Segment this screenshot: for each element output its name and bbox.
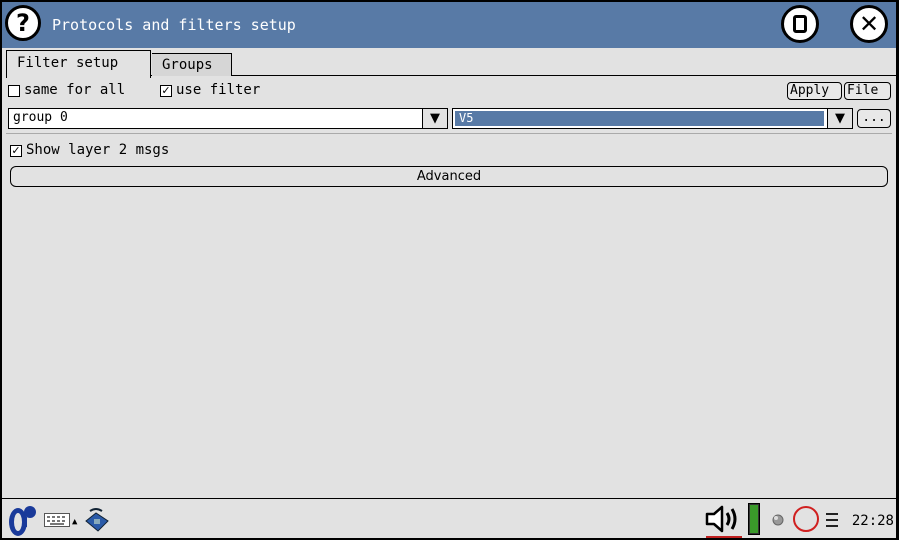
- start-menu-icon[interactable]: [5, 503, 39, 538]
- group-select[interactable]: group 0 ▼: [8, 108, 448, 129]
- protocol-select[interactable]: V5 ▼: [452, 108, 853, 129]
- tab-groups[interactable]: Groups: [152, 53, 232, 76]
- help-icon[interactable]: ?: [5, 5, 41, 41]
- phone-icon[interactable]: [82, 507, 112, 537]
- browse-button[interactable]: ...: [857, 109, 891, 128]
- taskbar: ▲ 22:28: [2, 498, 896, 538]
- divider: [6, 133, 892, 134]
- title-bar: ? Protocols and filters setup ✕: [2, 2, 896, 48]
- show-layer2-label: Show layer 2 msgs: [26, 142, 170, 158]
- maximize-button[interactable]: [781, 5, 819, 43]
- protocol-select-value: V5: [459, 111, 474, 125]
- app-window: ? Protocols and filters setup ✕ Filter s…: [2, 2, 896, 538]
- use-filter-checkbox[interactable]: ✓: [160, 85, 172, 97]
- menu-icon[interactable]: [825, 511, 839, 533]
- close-button[interactable]: ✕: [850, 5, 888, 43]
- tab-filter-setup[interactable]: Filter setup: [6, 50, 151, 78]
- keyboard-icon[interactable]: [44, 513, 70, 531]
- apply-button[interactable]: Apply: [787, 82, 842, 100]
- use-filter-label: use filter: [176, 82, 261, 98]
- keyboard-menu-arrow[interactable]: ▲: [72, 517, 77, 527]
- record-icon[interactable]: [791, 504, 821, 538]
- same-for-all-checkbox[interactable]: [8, 85, 20, 97]
- battery-icon: [748, 503, 760, 538]
- tab-divider: [151, 75, 896, 76]
- chevron-down-icon[interactable]: ▼: [422, 109, 447, 128]
- group-select-value: group 0: [13, 110, 68, 125]
- advanced-button[interactable]: Advanced: [10, 166, 888, 187]
- clock: 22:28: [851, 513, 894, 529]
- volume-level-indicator: [706, 536, 742, 538]
- chevron-down-icon[interactable]: ▼: [827, 109, 852, 128]
- close-icon: ✕: [858, 9, 880, 38]
- protocol-select-highlight: [455, 111, 824, 126]
- window-title: Protocols and filters setup: [52, 16, 296, 34]
- led-icon: [772, 514, 784, 530]
- show-layer2-checkbox[interactable]: ✓: [10, 145, 22, 157]
- speaker-icon[interactable]: [705, 505, 739, 537]
- tab-bar: Filter setup Groups: [2, 48, 896, 78]
- same-for-all-label: same for all: [24, 82, 126, 98]
- maximize-icon: [793, 15, 807, 33]
- file-button[interactable]: File: [844, 82, 891, 100]
